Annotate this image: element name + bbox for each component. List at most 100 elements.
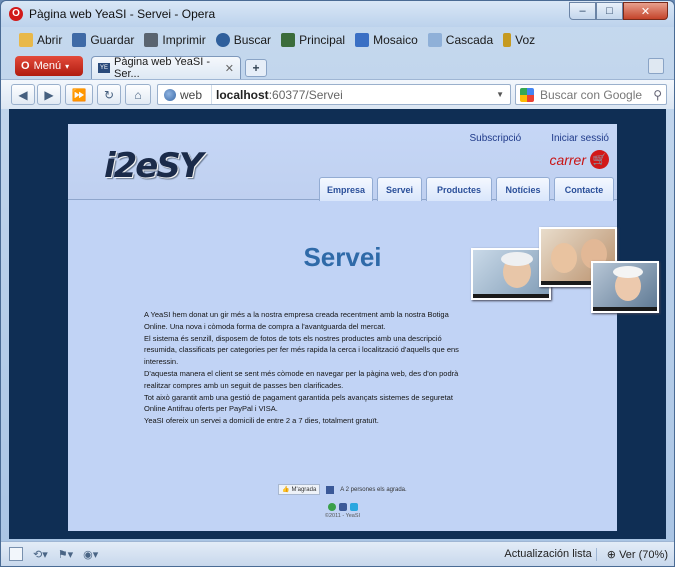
web-chip-label: web	[180, 87, 203, 102]
reload-button[interactable]: ↻	[97, 84, 121, 105]
magnifier-icon	[215, 33, 230, 47]
save-button[interactable]: Guardar	[72, 33, 134, 47]
zoom-icon: ⊕	[606, 548, 617, 561]
floppy-icon	[72, 33, 87, 47]
forward-button[interactable]: ▶	[37, 84, 61, 105]
tile-label: Mosaico	[373, 33, 418, 47]
zoom-label: Ver (70%)	[619, 548, 668, 561]
sync-icon[interactable]: ⟲▾	[33, 548, 48, 561]
folder-icon	[19, 33, 33, 47]
paragraph: D'aquesta manera el client se sent més c…	[144, 368, 459, 390]
maximize-button[interactable]: □	[596, 2, 623, 20]
address-toolbar: ◀ ▶ ⏩ ↻ ⌂ web localhost :60377/Servei ▼ …	[1, 79, 674, 109]
brand-label: carrer	[549, 151, 586, 168]
find-button[interactable]: Buscar	[215, 33, 271, 47]
menu-label: Menú	[33, 60, 62, 72]
cascade-icon	[427, 33, 442, 47]
zoom-control[interactable]: ⊕ Ver (70%)	[607, 548, 668, 561]
home-nav-button[interactable]: ⌂	[125, 84, 151, 105]
copyright: ©2011 - YeaSI	[324, 513, 361, 519]
chevron-down-icon: ▾	[65, 61, 70, 71]
caption-bar	[473, 294, 549, 298]
search-icon[interactable]: ⚲	[653, 88, 662, 102]
new-tab-button[interactable]: +	[245, 59, 267, 77]
home-button[interactable]: Principal	[281, 33, 345, 47]
save-label: Guardar	[90, 33, 135, 47]
favicon-icon: YE	[98, 63, 110, 73]
print-label: Imprimir	[162, 33, 206, 47]
opera-menu-button[interactable]: O Menú ▾	[15, 56, 83, 76]
fast-forward-button[interactable]: ⏩	[65, 84, 93, 105]
opera-logo-icon: O	[21, 60, 30, 72]
back-button[interactable]: ◀	[11, 84, 35, 105]
address-field[interactable]: web localhost :60377/Servei ▼	[157, 84, 511, 105]
tab-label: Pàgina web YeaSI - Ser...	[113, 56, 211, 80]
close-button[interactable]: ✕	[623, 2, 668, 20]
browser-window: O Pàgina web YeaSI - Servei - Opera – □ …	[0, 0, 675, 567]
account-links: Subscripció Iniciar sessió	[469, 133, 609, 144]
opera-logo-icon: O	[9, 7, 23, 21]
thumbs-up-icon: 👍	[282, 487, 290, 493]
command-toolbar: Abrir Guardar Imprimir Buscar Principal …	[1, 27, 674, 53]
search-placeholder: Buscar con Google	[540, 87, 643, 102]
url-path: :60377/Servei	[268, 87, 343, 102]
cascade-button[interactable]: Cascada	[427, 33, 494, 47]
paragraph: A YeaSI hem donat un gir més a la nostra…	[144, 310, 449, 331]
search-field[interactable]: Buscar con Google ⚲	[515, 84, 667, 105]
status-left-controls: ⟲▾ ⚑▾ ◉▾	[9, 547, 98, 561]
update-status[interactable]: Actualización lista	[500, 547, 597, 561]
paragraph: El sistema és senzill, disposem de fotos…	[144, 333, 459, 367]
site-logo[interactable]: i2eSY	[104, 146, 203, 186]
minimize-button[interactable]: –	[569, 2, 596, 20]
facebook-like-row: 👍 M'agrada A 2 persones els agrada.	[68, 484, 617, 495]
status-right: Actualización lista ⊕ Ver (70%)	[500, 547, 668, 561]
like-count: A 2 persones els agrada.	[340, 486, 407, 493]
nav-servei[interactable]: Servei	[377, 177, 422, 201]
cart-brand[interactable]: carrer 🛒	[549, 150, 609, 169]
globe-icon	[164, 88, 176, 101]
open-button[interactable]: Abrir	[19, 33, 62, 47]
turbo-icon[interactable]: ◉▾	[83, 548, 98, 561]
nav-contacte[interactable]: Contacte	[554, 177, 614, 201]
voice-label: Voz	[515, 33, 536, 47]
print-button[interactable]: Imprimir	[144, 33, 206, 47]
title-bar: O Pàgina web YeaSI - Servei - Opera – □ …	[1, 1, 674, 27]
panel-toggle-icon[interactable]	[9, 547, 23, 561]
close-tab-icon[interactable]: ✕	[225, 62, 234, 75]
facebook-icon[interactable]	[338, 503, 347, 511]
tab-bar: O Menú ▾ YE Pàgina web YeaSI - Ser... ✕ …	[1, 53, 674, 80]
service-description: A YeaSI hem donat un gir més a la nostra…	[144, 309, 459, 427]
web-page: i2eSY Subscripció Iniciar sessió carrer …	[68, 124, 659, 531]
tab-active[interactable]: YE Pàgina web YeaSI - Ser... ✕	[91, 56, 241, 80]
facebook-icon	[326, 485, 335, 494]
paragraph: YeaSI ofereix un servei a domicili de en…	[144, 416, 379, 426]
share-icon[interactable]	[327, 503, 336, 511]
caption-bar	[593, 307, 657, 311]
page-footer: 👍 M'agrada A 2 persones els agrada. ©201…	[68, 484, 617, 519]
like-label: M'agrada	[291, 487, 317, 493]
twitter-icon[interactable]	[349, 503, 358, 511]
like-button[interactable]: 👍 M'agrada	[278, 484, 321, 495]
nav-empresa[interactable]: Empresa	[319, 177, 373, 201]
photo-collage	[471, 227, 659, 323]
site-info-chip[interactable]: web	[158, 85, 212, 104]
web-viewport: i2eSY Subscripció Iniciar sessió carrer …	[9, 109, 666, 539]
unite-icon[interactable]: ⚑▾	[58, 548, 73, 561]
login-link[interactable]: Iniciar sessió	[551, 133, 609, 144]
nav-productes[interactable]: Productes	[426, 177, 492, 201]
seniors-photo-3	[591, 261, 659, 313]
trash-icon[interactable]	[648, 58, 664, 74]
cascade-label: Cascada	[445, 33, 494, 47]
subscribe-link[interactable]: Subscripció	[469, 133, 521, 144]
site-nav: Empresa Servei Productes Notícies Contac…	[319, 177, 614, 201]
google-icon[interactable]	[520, 87, 534, 102]
tile-icon	[355, 33, 370, 47]
paragraph: Tot això garantit amb una gestió de paga…	[144, 392, 453, 414]
status-bar: ⟲▾ ⚑▾ ◉▾ Actualización lista ⊕ Ver (70%)	[1, 541, 674, 566]
nav-noticies[interactable]: Notícies	[496, 177, 550, 201]
voice-button[interactable]: Voz	[503, 33, 535, 47]
tile-button[interactable]: Mosaico	[355, 33, 418, 47]
hair-shape	[613, 266, 643, 278]
open-label: Abrir	[37, 33, 63, 47]
chevron-down-icon[interactable]: ▼	[496, 90, 504, 99]
